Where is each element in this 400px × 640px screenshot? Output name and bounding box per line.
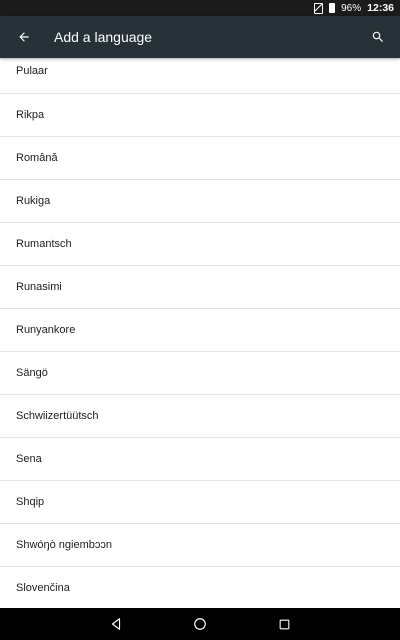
app-bar: Add a language — [0, 16, 400, 58]
language-item[interactable]: Slovenčina — [0, 567, 400, 608]
nav-home-icon — [194, 618, 206, 630]
language-item[interactable]: Shqip — [0, 481, 400, 524]
clock: 12:36 — [367, 2, 394, 14]
page-title: Add a language — [54, 29, 153, 45]
language-item[interactable]: Română — [0, 137, 400, 180]
nav-recents-icon — [279, 619, 289, 629]
battery-percent: 96% — [341, 2, 362, 14]
nav-back-button[interactable] — [96, 608, 136, 640]
status-bar: 96% 12:36 — [0, 0, 400, 16]
language-list: Pulaar Rikpa Română Rukiga Rumantsch Run… — [0, 58, 400, 608]
language-item[interactable]: Shwóŋò ngiembɔɔn — [0, 524, 400, 567]
language-item[interactable]: Rikpa — [0, 94, 400, 137]
search-button[interactable] — [358, 16, 398, 58]
nav-home-button[interactable] — [180, 608, 220, 640]
navigation-bar — [0, 608, 400, 640]
language-item[interactable]: Schwiizertüütsch — [0, 395, 400, 438]
nav-back-icon — [111, 618, 121, 630]
language-item[interactable]: Rumantsch — [0, 223, 400, 266]
language-item[interactable]: Rukiga — [0, 180, 400, 223]
back-button[interactable] — [4, 16, 44, 58]
language-item[interactable]: Pulaar — [0, 58, 400, 94]
language-item[interactable]: Sena — [0, 438, 400, 481]
language-item[interactable]: Sängö — [0, 352, 400, 395]
arrow-back-icon — [19, 32, 29, 42]
search-icon — [372, 31, 383, 42]
nav-recents-button[interactable] — [264, 608, 304, 640]
battery-icon — [329, 3, 336, 13]
language-item[interactable]: Runasimi — [0, 266, 400, 309]
no-sim-icon — [314, 2, 324, 14]
language-item[interactable]: Runyankore — [0, 309, 400, 352]
